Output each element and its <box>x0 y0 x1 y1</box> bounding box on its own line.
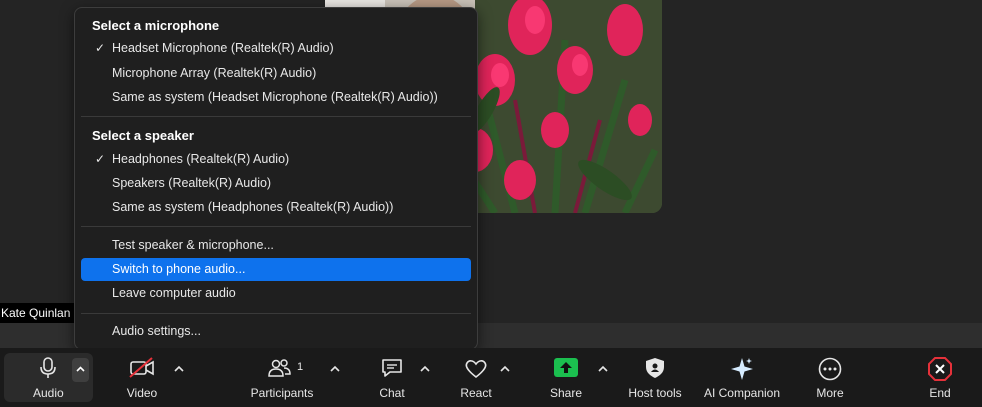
video-off-icon <box>129 357 154 378</box>
menu-divider <box>81 226 471 227</box>
audio-menu: Select a microphone ✓ Headset Microphone… <box>74 7 478 350</box>
microphone-option-system[interactable]: Same as system (Headset Microphone (Real… <box>81 86 471 109</box>
microphone-option-array[interactable]: Microphone Array (Realtek(R) Audio) <box>81 62 471 85</box>
meeting-toolbar: Audio Video 1 Participants Chat React Sh… <box>0 348 982 407</box>
menu-item-label: Audio settings... <box>112 324 201 338</box>
chat-button[interactable]: Chat <box>367 348 417 407</box>
checkmark-icon: ✓ <box>95 41 106 55</box>
speaker-section-header: Select a speaker <box>92 128 194 143</box>
chevron-up-icon[interactable] <box>595 361 611 377</box>
menu-item-label: Switch to phone audio... <box>112 262 246 276</box>
video-label: Video <box>126 386 158 400</box>
participants-label: Participants <box>250 386 314 400</box>
host-tools-button[interactable]: Host tools <box>622 348 688 407</box>
audio-settings-item[interactable]: Audio settings... <box>81 320 471 343</box>
checkmark-icon: ✓ <box>95 152 106 166</box>
chevron-up-icon[interactable] <box>497 361 513 377</box>
microphone-section-header: Select a microphone <box>92 18 220 33</box>
chevron-up-icon <box>76 366 85 372</box>
speaker-option-speakers[interactable]: Speakers (Realtek(R) Audio) <box>81 172 471 195</box>
share-label: Share <box>549 386 583 400</box>
test-speaker-microphone-item[interactable]: Test speaker & microphone... <box>81 234 471 257</box>
participants-count-badge: 1 <box>297 361 304 373</box>
switch-to-phone-audio-item[interactable]: Switch to phone audio... <box>81 258 471 281</box>
more-options-icon <box>818 357 842 381</box>
menu-divider <box>81 313 471 314</box>
audio-options-button[interactable] <box>72 358 89 382</box>
end-meeting-button[interactable]: End <box>915 348 965 407</box>
menu-item-label: Leave computer audio <box>112 286 236 300</box>
chat-label: Chat <box>379 386 405 400</box>
share-button[interactable]: Share <box>541 348 591 407</box>
chevron-up-icon[interactable] <box>327 361 343 377</box>
menu-item-label: Same as system (Headset Microphone (Real… <box>112 90 438 104</box>
video-button[interactable]: Video <box>112 348 172 407</box>
ai-companion-label: AI Companion <box>703 386 781 400</box>
participant-name-tag: Kate Quinlan <box>0 303 75 323</box>
react-label: React <box>460 386 492 400</box>
react-button[interactable]: React <box>451 348 501 407</box>
microphone-icon <box>40 357 56 378</box>
menu-item-label: Test speaker & microphone... <box>112 238 274 252</box>
speaker-option-system[interactable]: Same as system (Headphones (Realtek(R) A… <box>81 196 471 219</box>
participants-button[interactable]: 1 Participants <box>246 348 318 407</box>
menu-item-label: Headset Microphone (Realtek(R) Audio) <box>112 41 334 55</box>
audio-label: Audio <box>33 386 64 400</box>
speaker-option-headphones[interactable]: ✓ Headphones (Realtek(R) Audio) <box>81 148 471 171</box>
more-button[interactable]: More <box>805 348 855 407</box>
end-call-icon <box>928 357 952 381</box>
end-label: End <box>929 386 951 400</box>
participants-icon <box>268 359 291 377</box>
share-screen-icon <box>554 358 578 377</box>
chevron-up-icon[interactable] <box>417 361 433 377</box>
heart-icon <box>465 360 487 379</box>
leave-computer-audio-item[interactable]: Leave computer audio <box>81 282 471 305</box>
chevron-up-icon[interactable] <box>171 361 187 377</box>
host-tools-label: Host tools <box>628 386 682 400</box>
menu-item-label: Headphones (Realtek(R) Audio) <box>112 152 290 166</box>
chat-icon <box>382 359 402 377</box>
sparkle-icon <box>731 358 753 380</box>
menu-item-label: Same as system (Headphones (Realtek(R) A… <box>112 200 394 214</box>
more-label: More <box>816 386 844 400</box>
ai-companion-button[interactable]: AI Companion <box>699 348 785 407</box>
menu-item-label: Speakers (Realtek(R) Audio) <box>112 176 272 190</box>
menu-divider <box>81 116 471 117</box>
microphone-option-headset[interactable]: ✓ Headset Microphone (Realtek(R) Audio) <box>81 37 471 60</box>
shield-icon <box>646 358 664 378</box>
menu-item-label: Microphone Array (Realtek(R) Audio) <box>112 66 317 80</box>
